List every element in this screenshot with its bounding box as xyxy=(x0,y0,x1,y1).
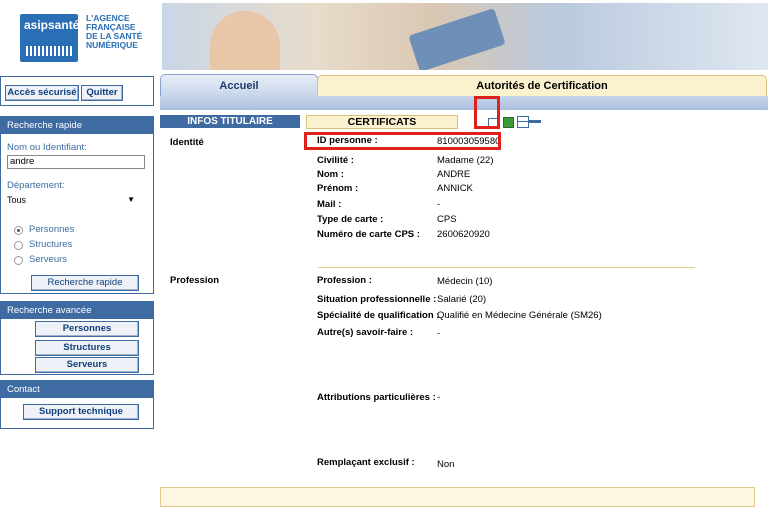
quick-search-button[interactable]: Recherche rapide xyxy=(31,275,139,291)
attributions-label: Attributions particulières : xyxy=(317,392,436,403)
secure-access-button[interactable]: Accès sécurisé xyxy=(5,85,79,101)
department-select[interactable]: Tous ▼ xyxy=(7,194,135,206)
advanced-search-title: Recherche avancée xyxy=(1,302,153,319)
name-field-label: Nom ou Identifiant: xyxy=(7,142,87,153)
logo-barcode-icon xyxy=(26,46,72,56)
quick-search-panel: Recherche rapide Nom ou Identifiant: and… xyxy=(0,116,154,294)
cps-number-label: Numéro de carte CPS : xyxy=(317,229,420,240)
name-input[interactable]: andre xyxy=(7,155,145,169)
radio-personnes-label: Personnes xyxy=(29,224,75,235)
contact-panel: Contact Support technique xyxy=(0,380,154,429)
logo-text: asipsanté xyxy=(24,18,80,32)
secure-access-panel: Accès sécurisé Quitter xyxy=(0,76,154,106)
nom-value: ANDRE xyxy=(437,169,471,180)
header-banner-image xyxy=(162,3,768,70)
department-label: Département: xyxy=(7,180,65,191)
advanced-personnes-button[interactable]: Personnes xyxy=(35,321,139,337)
radio-serveurs-label: Serveurs xyxy=(29,254,68,265)
advanced-serveurs-button[interactable]: Serveurs xyxy=(35,357,139,373)
savoir-faire-label: Autre(s) savoir-faire : xyxy=(317,327,414,338)
tab-infos-titulaire[interactable]: INFOS TITULAIRE xyxy=(160,115,300,128)
radio-structures-label: Structures xyxy=(29,239,73,250)
highlight-box-icons xyxy=(474,96,500,129)
department-value: Tous xyxy=(7,195,27,205)
profession-value: Médecin (10) xyxy=(437,276,493,287)
mail-value: - xyxy=(437,199,441,210)
highlight-box-id xyxy=(304,132,501,150)
civilite-label: Civilité : xyxy=(317,155,354,166)
specialite-label: Spécialité de qualification : xyxy=(317,310,440,321)
situation-label: Situation professionnelle : xyxy=(317,294,437,305)
prenom-value: ANNICK xyxy=(437,183,473,194)
tab-content-strip xyxy=(160,96,768,110)
profession-label: Profession : xyxy=(317,275,372,286)
asip-logo-mark: asipsanté xyxy=(20,14,80,62)
remplacant-label: Remplaçant exclusif : xyxy=(317,457,415,468)
section-divider xyxy=(318,267,695,268)
banner-person-figure xyxy=(210,11,280,70)
quick-search-title: Recherche rapide xyxy=(1,117,153,134)
advanced-search-panel: Recherche avancée Personnes Structures S… xyxy=(0,301,154,375)
mail-label: Mail : xyxy=(317,199,342,210)
site-logo[interactable]: asipsanté L'AGENCE FRANÇAISE DE LA SANTÉ… xyxy=(12,10,150,66)
card-icon[interactable] xyxy=(517,116,529,128)
chevron-down-icon: ▼ xyxy=(127,195,135,204)
civilite-value: Madame (22) xyxy=(437,155,494,166)
attributions-value: - xyxy=(437,392,441,403)
banner-card-figure xyxy=(408,8,506,70)
agency-name: L'AGENCE FRANÇAISE DE LA SANTÉ NUMÉRIQUE xyxy=(86,13,143,50)
radio-personnes[interactable] xyxy=(14,226,23,235)
profession-section-title: Profession xyxy=(170,275,220,286)
contact-title: Contact xyxy=(1,381,153,398)
cps-number-value: 2600620920 xyxy=(437,229,490,240)
tab-authorities[interactable]: Autorités de Certification xyxy=(317,75,767,97)
identity-section-title: Identité xyxy=(170,137,204,148)
export-icon[interactable] xyxy=(503,117,514,128)
prenom-label: Prénom : xyxy=(317,183,359,194)
minus-icon[interactable] xyxy=(529,120,541,123)
savoir-faire-value: - xyxy=(437,328,441,339)
tab-certificats[interactable]: CERTIFICATS xyxy=(306,115,458,129)
tab-home[interactable]: Accueil xyxy=(160,74,318,98)
quit-button[interactable]: Quitter xyxy=(81,85,123,101)
specialite-value: Qualifié en Médecine Générale (SM26) xyxy=(437,310,602,321)
nom-label: Nom : xyxy=(317,169,344,180)
card-type-label: Type de carte : xyxy=(317,214,384,225)
radio-serveurs[interactable] xyxy=(14,256,23,265)
advanced-structures-button[interactable]: Structures xyxy=(35,340,139,356)
support-button[interactable]: Support technique xyxy=(23,404,139,420)
card-type-value: CPS xyxy=(437,214,457,225)
radio-structures[interactable] xyxy=(14,241,23,250)
remplacant-value: Non xyxy=(437,459,455,470)
footer-bar xyxy=(160,487,755,507)
situation-value: Salarié (20) xyxy=(437,294,487,305)
